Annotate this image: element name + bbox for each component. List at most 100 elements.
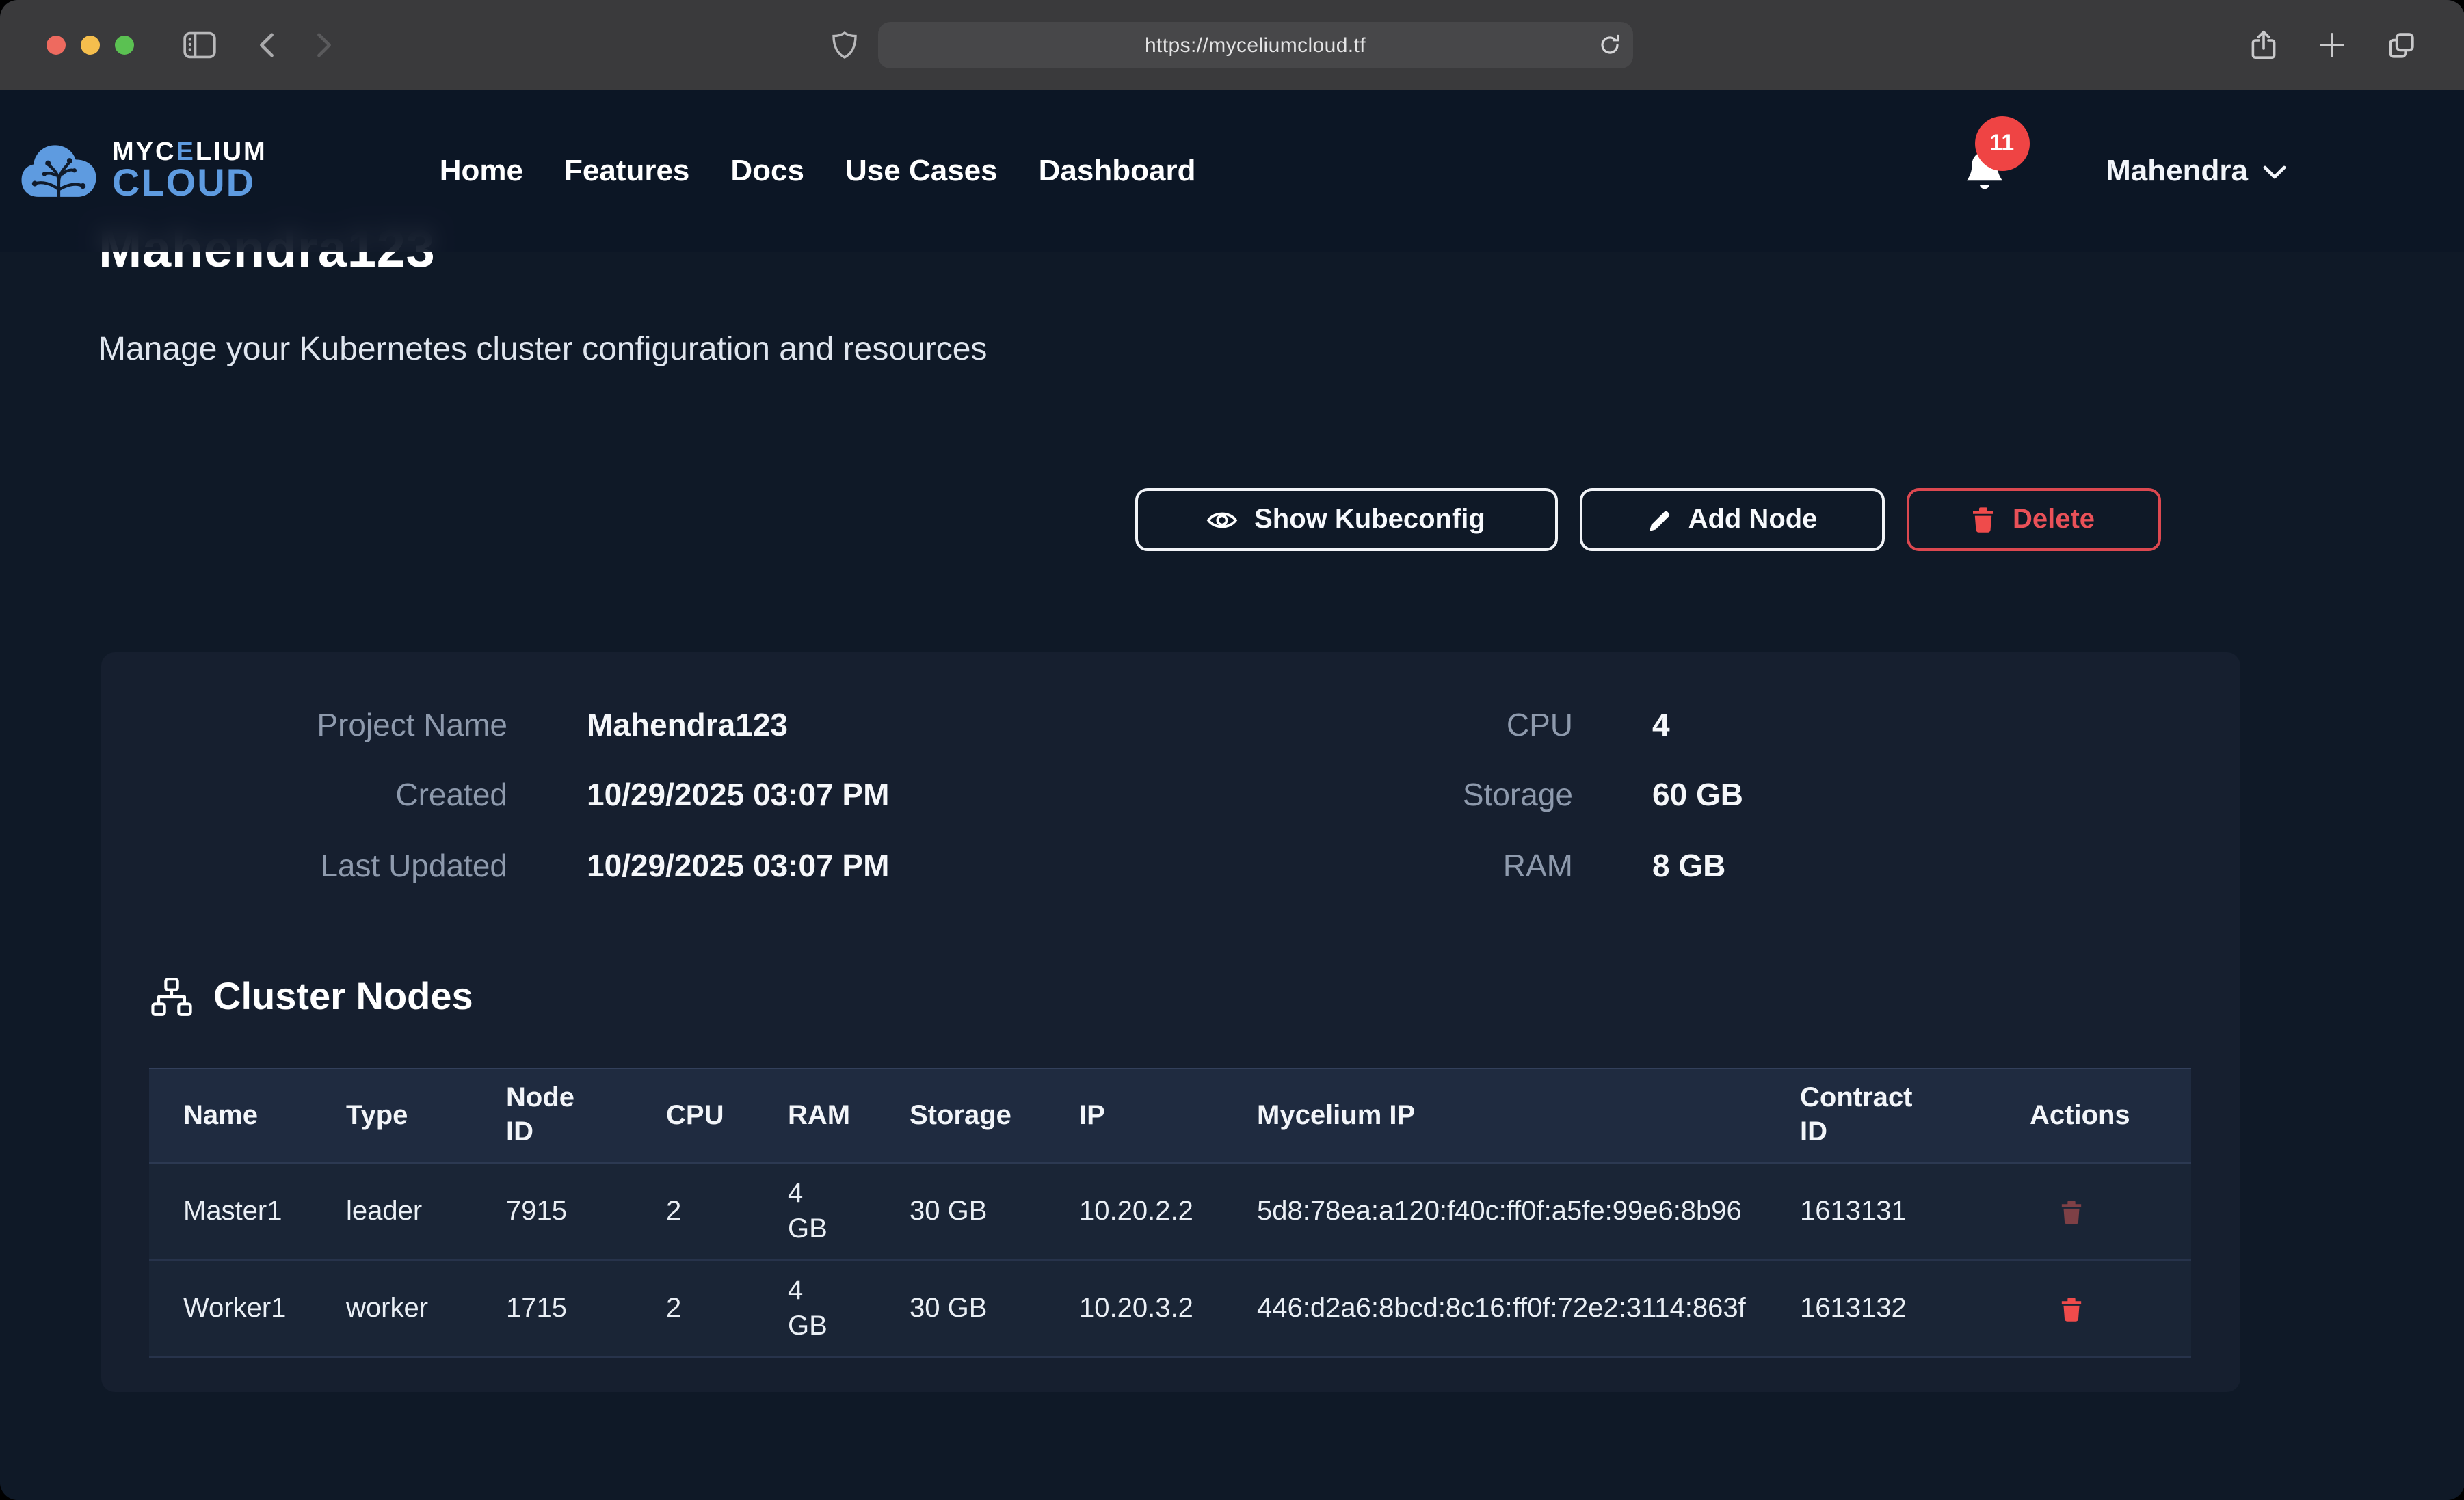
- share-icon: [2249, 29, 2277, 62]
- col-header-name: Name: [149, 1069, 312, 1162]
- nav-link-dashboard[interactable]: Dashboard: [1039, 153, 1196, 189]
- table-header-row: Name Type Node ID CPU RAM Storage IP Myc…: [149, 1069, 2191, 1164]
- notification-badge: 11: [1974, 116, 2029, 171]
- trash-icon: [2060, 1198, 2083, 1224]
- cell-node-id: 1715: [472, 1261, 632, 1356]
- cell-ip: 10.20.3.2: [1045, 1261, 1223, 1356]
- cell-ram: 4 GB: [754, 1164, 875, 1259]
- tab-overview-button[interactable]: [2386, 31, 2415, 59]
- cell-actions: [1996, 1164, 2191, 1259]
- cluster-nodes-table: Name Type Node ID CPU RAM Storage IP Myc…: [149, 1068, 2191, 1358]
- tabs-overview-icon: [2386, 31, 2415, 59]
- nav-link-features[interactable]: Features: [564, 153, 689, 189]
- cell-name: Worker1: [149, 1261, 312, 1356]
- back-button[interactable]: [257, 31, 276, 59]
- storage-label: Storage: [1059, 777, 1573, 814]
- project-name-value: Mahendra123: [587, 707, 1059, 743]
- network-icon: [150, 978, 193, 1016]
- eye-icon: [1206, 508, 1238, 531]
- cluster-actions-toolbar: Show Kubeconfig Add Node Delete: [1135, 488, 2160, 551]
- fullscreen-window-button[interactable]: [115, 36, 134, 55]
- share-button[interactable]: [2249, 29, 2277, 62]
- url-text: https://myceliumcloud.tf: [1145, 34, 1366, 57]
- sidebar-icon: [183, 31, 216, 59]
- chevron-left-icon: [257, 31, 276, 59]
- storage-value: 60 GB: [1652, 777, 2240, 814]
- browser-chrome: https://myceliumcloud.tf: [0, 0, 2464, 90]
- ram-value: 8 GB: [1652, 848, 2240, 884]
- trash-icon: [1972, 506, 1996, 533]
- ram-label: RAM: [1059, 848, 1573, 884]
- nav-link-docs[interactable]: Docs: [730, 153, 804, 189]
- cell-type: worker: [312, 1261, 472, 1356]
- chevron-down-icon: [2262, 162, 2286, 180]
- address-bar[interactable]: https://myceliumcloud.tf: [878, 22, 1633, 68]
- chevron-right-icon: [315, 31, 334, 59]
- shield-icon[interactable]: [832, 30, 858, 60]
- cell-mycelium-ip: 446:d2a6:8bcd:8c16:ff0f:72e2:3114:863f: [1223, 1261, 1766, 1356]
- col-header-mycelium-ip: Mycelium IP: [1223, 1069, 1766, 1162]
- cell-storage: 30 GB: [875, 1164, 1045, 1259]
- new-tab-button[interactable]: [2318, 31, 2345, 59]
- pencil-icon: [1646, 507, 1672, 533]
- reload-icon: [1599, 34, 1621, 56]
- project-name-label: Project Name: [101, 707, 507, 743]
- nav-link-home[interactable]: Home: [440, 153, 523, 189]
- col-header-ram: RAM: [754, 1069, 875, 1162]
- top-navbar: MYCELIUM CLOUD Home Features Docs Use Ca…: [0, 90, 2464, 252]
- cluster-overview: Project Name Mahendra123 Created 10/29/2…: [101, 707, 2240, 884]
- sidebar-toggle-button[interactable]: [183, 31, 216, 59]
- cell-node-id: 7915: [472, 1164, 632, 1259]
- cell-actions: [1996, 1261, 2191, 1356]
- delete-node-button[interactable]: [2060, 1296, 2083, 1322]
- trash-icon: [2060, 1296, 2083, 1322]
- col-header-actions: Actions: [1996, 1069, 2191, 1162]
- col-header-cpu: CPU: [632, 1069, 754, 1162]
- cell-ip: 10.20.2.2: [1045, 1164, 1223, 1259]
- cell-ram: 4 GB: [754, 1261, 875, 1356]
- cell-name: Master1: [149, 1164, 312, 1259]
- brand-wordmark: MYCELIUM CLOUD: [112, 142, 267, 200]
- traffic-lights: [47, 36, 134, 55]
- col-header-contract-id: Contract ID: [1766, 1069, 1996, 1162]
- table-row-master1: Master1 leader 7915 2 4 GB 30 GB 10.20.2…: [149, 1164, 2191, 1261]
- cpu-label: CPU: [1059, 707, 1573, 743]
- cell-contract-id: 1613132: [1766, 1261, 1996, 1356]
- created-label: Created: [101, 777, 507, 814]
- col-header-node-id: Node ID: [472, 1069, 632, 1162]
- col-header-storage: Storage: [875, 1069, 1045, 1162]
- plus-icon: [2318, 31, 2345, 59]
- created-value: 10/29/2025 03:07 PM: [587, 777, 1059, 814]
- cell-storage: 30 GB: [875, 1261, 1045, 1356]
- page-content: Mahendra123 Manage your Kubernetes clust…: [0, 90, 2464, 1500]
- nav-links: Home Features Docs Use Cases Dashboard: [440, 153, 1196, 189]
- cluster-details-card: Project Name Mahendra123 Created 10/29/2…: [101, 652, 2240, 1392]
- cell-cpu: 2: [632, 1261, 754, 1356]
- cell-type: leader: [312, 1164, 472, 1259]
- delete-cluster-button[interactable]: Delete: [1906, 488, 2160, 551]
- cell-mycelium-ip: 5d8:78ea:a120:f40c:ff0f:a5fe:99e6:8b96: [1223, 1164, 1766, 1259]
- reload-button[interactable]: [1599, 34, 1621, 56]
- close-window-button[interactable]: [47, 36, 66, 55]
- table-row-worker1: Worker1 worker 1715 2 4 GB 30 GB 10.20.3…: [149, 1261, 2191, 1358]
- brand-logo[interactable]: MYCELIUM CLOUD: [19, 140, 267, 202]
- minimize-window-button[interactable]: [81, 36, 100, 55]
- delete-node-button[interactable]: [2060, 1198, 2083, 1224]
- cpu-value: 4: [1652, 707, 2240, 743]
- show-kubeconfig-button[interactable]: Show Kubeconfig: [1135, 488, 1557, 551]
- cluster-nodes-heading: Cluster Nodes: [150, 975, 473, 1019]
- add-node-button[interactable]: Add Node: [1579, 488, 1884, 551]
- col-header-ip: IP: [1045, 1069, 1223, 1162]
- user-menu[interactable]: Mahendra: [2106, 153, 2286, 189]
- notifications-button[interactable]: 11: [1963, 149, 2004, 193]
- cell-contract-id: 1613131: [1766, 1164, 1996, 1259]
- col-header-type: Type: [312, 1069, 472, 1162]
- browser-window: https://myceliumcloud.tf: [0, 0, 2464, 1500]
- user-name: Mahendra: [2106, 153, 2248, 189]
- page-subtitle: Manage your Kubernetes cluster configura…: [98, 331, 987, 369]
- nav-link-use-cases[interactable]: Use Cases: [845, 153, 998, 189]
- last-updated-label: Last Updated: [101, 848, 507, 884]
- cell-cpu: 2: [632, 1164, 754, 1259]
- last-updated-value: 10/29/2025 03:07 PM: [587, 848, 1059, 884]
- forward-button[interactable]: [315, 31, 334, 59]
